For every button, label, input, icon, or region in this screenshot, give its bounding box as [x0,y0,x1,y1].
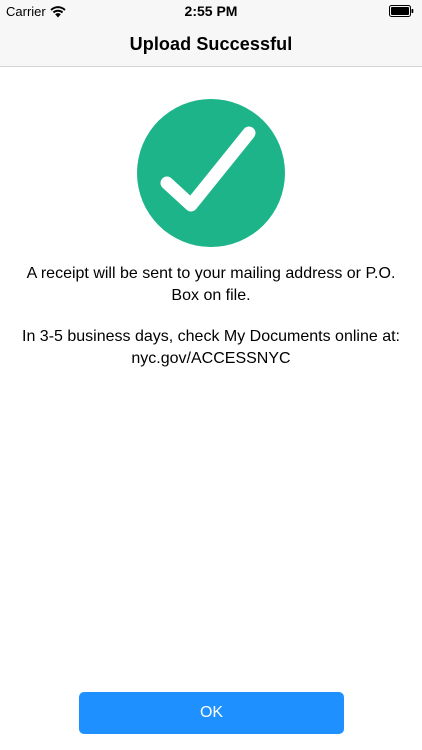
checkmark-circle-icon [137,99,285,247]
ok-button[interactable]: OK [79,692,344,734]
battery-icon [389,5,414,17]
navigation-bar: Upload Successful [0,22,422,67]
upload-successful-screen: Carrier 2:55 PM Upload Successful A rece… [0,0,422,750]
status-bar: Carrier 2:55 PM [0,0,422,22]
documents-instruction: In 3-5 business days, check My Documents… [22,328,400,345]
status-time: 2:55 PM [184,3,238,19]
receipt-message: A receipt will be sent to your mailing a… [26,265,396,304]
documents-url: nyc.gov/ACCESSNYC [131,350,291,367]
page-title: Upload Successful [129,33,293,54]
documents-message: In 3-5 business days, check My Documents… [20,326,402,370]
